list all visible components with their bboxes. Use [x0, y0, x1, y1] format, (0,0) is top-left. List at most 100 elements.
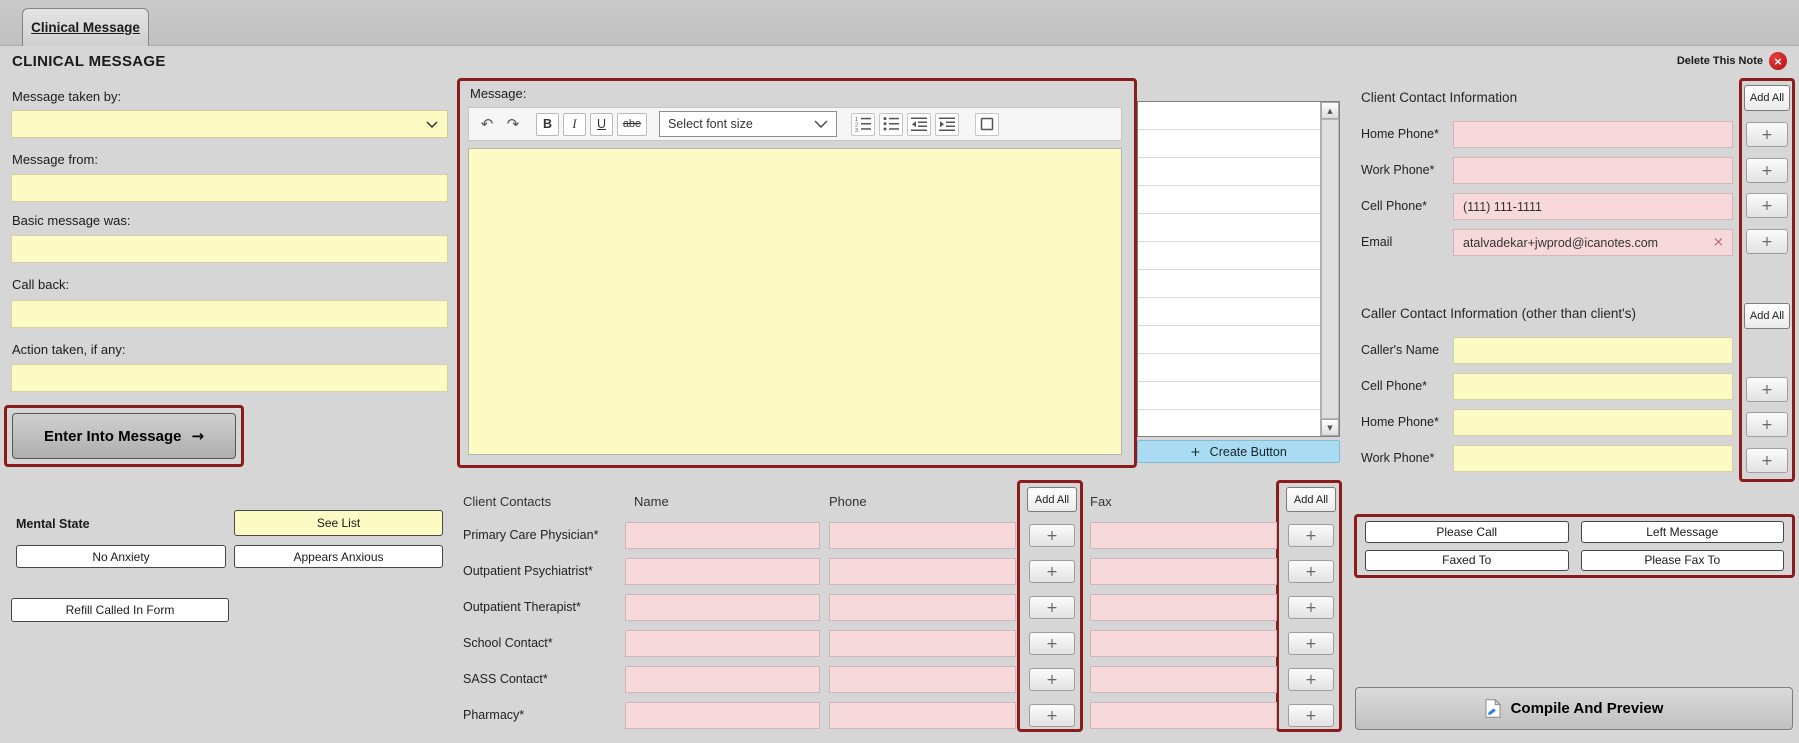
school-add-fax-button[interactable]: +: [1288, 632, 1334, 655]
add-all-caller-contact-button[interactable]: Add All: [1744, 303, 1790, 329]
message-taken-by-select[interactable]: [11, 110, 448, 138]
sass-name-input[interactable]: [625, 666, 820, 693]
compile-and-preview-button[interactable]: Compile And Preview: [1355, 687, 1793, 730]
outdent-button[interactable]: [907, 112, 931, 136]
row-label: Outpatient Psychiatrist*: [463, 564, 593, 578]
caller-cell-phone-input[interactable]: [1453, 373, 1733, 400]
clear-email-icon[interactable]: ×: [1713, 234, 1724, 250]
scroll-up-button[interactable]: ▲: [1321, 102, 1339, 119]
pcp-add-fax-button[interactable]: +: [1288, 524, 1334, 547]
add-email-button[interactable]: +: [1746, 229, 1788, 254]
numbered-list-button[interactable]: 123: [851, 112, 875, 136]
delete-note-icon[interactable]: ×: [1769, 52, 1787, 70]
no-anxiety-button[interactable]: No Anxiety: [16, 545, 226, 568]
psychiatrist-fax-input[interactable]: [1090, 558, 1277, 585]
school-add-phone-button[interactable]: +: [1029, 632, 1075, 655]
cell-phone-input[interactable]: [1453, 193, 1733, 220]
therapist-phone-input[interactable]: [829, 594, 1016, 621]
call-back-input[interactable]: [11, 300, 448, 328]
bullet-list-button[interactable]: [879, 112, 903, 136]
school-name-input[interactable]: [625, 630, 820, 657]
redo-button[interactable]: ↷: [502, 112, 524, 136]
school-phone-input[interactable]: [829, 630, 1016, 657]
underline-button[interactable]: U: [590, 112, 613, 136]
home-phone-input[interactable]: [1453, 121, 1733, 148]
pharmacy-phone-input[interactable]: [829, 702, 1016, 729]
add-all-fax-button[interactable]: Add All: [1286, 487, 1336, 512]
psychiatrist-name-input[interactable]: [625, 558, 820, 585]
add-work-phone-button[interactable]: +: [1746, 158, 1788, 183]
pharmacy-name-input[interactable]: [625, 702, 820, 729]
quick-button-slot[interactable]: [1138, 410, 1320, 436]
email-input[interactable]: [1453, 229, 1733, 256]
indent-button[interactable]: [935, 112, 959, 136]
add-all-client-contact-button[interactable]: Add All: [1744, 85, 1790, 111]
psychiatrist-phone-input[interactable]: [829, 558, 1016, 585]
basic-message-input[interactable]: [11, 235, 448, 263]
scrollbar-thumb[interactable]: [1321, 119, 1339, 419]
therapist-add-fax-button[interactable]: +: [1288, 596, 1334, 619]
sass-phone-input[interactable]: [829, 666, 1016, 693]
quick-button-slot[interactable]: [1138, 130, 1320, 158]
square-outline-button[interactable]: [975, 112, 999, 136]
add-home-phone-button[interactable]: +: [1746, 122, 1788, 147]
quick-buttons-list[interactable]: ▲ ▼: [1137, 101, 1340, 437]
psychiatrist-add-fax-button[interactable]: +: [1288, 560, 1334, 583]
therapist-add-phone-button[interactable]: +: [1029, 596, 1075, 619]
work-phone-input[interactable]: [1453, 157, 1733, 184]
scroll-down-button[interactable]: ▼: [1321, 419, 1339, 436]
italic-button[interactable]: I: [563, 112, 586, 136]
message-from-input[interactable]: [11, 174, 448, 202]
pharmacy-add-fax-button[interactable]: +: [1288, 704, 1334, 727]
pcp-add-phone-button[interactable]: +: [1029, 524, 1075, 547]
therapist-fax-input[interactable]: [1090, 594, 1277, 621]
pcp-fax-input[interactable]: [1090, 522, 1277, 549]
caller-work-phone-input[interactable]: [1453, 445, 1733, 472]
please-fax-to-button[interactable]: Please Fax To: [1580, 549, 1784, 571]
refill-called-in-form-button[interactable]: Refill Called In Form: [11, 598, 229, 622]
sass-add-fax-button[interactable]: +: [1288, 668, 1334, 691]
see-list-button[interactable]: See List: [234, 510, 443, 536]
strikethrough-button[interactable]: abe: [617, 112, 647, 136]
add-caller-home-phone-button[interactable]: +: [1746, 412, 1788, 437]
delete-note-button[interactable]: Delete This Note ×: [1677, 52, 1787, 70]
therapist-name-input[interactable]: [625, 594, 820, 621]
appears-anxious-button[interactable]: Appears Anxious: [234, 545, 443, 568]
quick-button-slot[interactable]: [1138, 270, 1320, 298]
pcp-name-input[interactable]: [625, 522, 820, 549]
message-body-textarea[interactable]: [468, 148, 1122, 455]
quick-button-slot[interactable]: [1138, 382, 1320, 410]
action-taken-input[interactable]: [11, 364, 448, 392]
school-fax-input[interactable]: [1090, 630, 1277, 657]
tab-clinical-message[interactable]: Clinical Message: [22, 8, 149, 46]
scrollbar[interactable]: ▲ ▼: [1320, 102, 1339, 436]
please-call-button[interactable]: Please Call: [1365, 521, 1569, 543]
add-all-phone-button[interactable]: Add All: [1027, 487, 1077, 512]
quick-button-slot[interactable]: [1138, 326, 1320, 354]
caller-home-phone-input[interactable]: [1453, 409, 1733, 436]
pharmacy-add-phone-button[interactable]: +: [1029, 704, 1075, 727]
pharmacy-fax-input[interactable]: [1090, 702, 1277, 729]
undo-button[interactable]: ↶: [476, 112, 498, 136]
quick-button-slot[interactable]: [1138, 242, 1320, 270]
font-size-select[interactable]: Select font size: [659, 111, 837, 137]
add-caller-work-phone-button[interactable]: +: [1746, 448, 1788, 473]
sass-fax-input[interactable]: [1090, 666, 1277, 693]
add-caller-cell-phone-button[interactable]: +: [1746, 377, 1788, 402]
quick-button-slot[interactable]: [1138, 158, 1320, 186]
add-cell-phone-button[interactable]: +: [1746, 193, 1788, 218]
quick-button-slot[interactable]: [1138, 214, 1320, 242]
psychiatrist-add-phone-button[interactable]: +: [1029, 560, 1075, 583]
faxed-to-button[interactable]: Faxed To: [1365, 549, 1569, 571]
sass-add-phone-button[interactable]: +: [1029, 668, 1075, 691]
quick-button-slot[interactable]: [1138, 298, 1320, 326]
caller-name-input[interactable]: [1453, 337, 1733, 364]
left-message-button[interactable]: Left Message: [1580, 521, 1784, 543]
create-button[interactable]: + Create Button: [1137, 440, 1340, 463]
quick-button-slot[interactable]: [1138, 354, 1320, 382]
quick-button-slot[interactable]: [1138, 186, 1320, 214]
quick-button-slot[interactable]: [1138, 102, 1320, 130]
bold-button[interactable]: B: [536, 112, 559, 136]
pcp-phone-input[interactable]: [829, 522, 1016, 549]
enter-into-message-button[interactable]: Enter Into Message →: [12, 413, 236, 459]
